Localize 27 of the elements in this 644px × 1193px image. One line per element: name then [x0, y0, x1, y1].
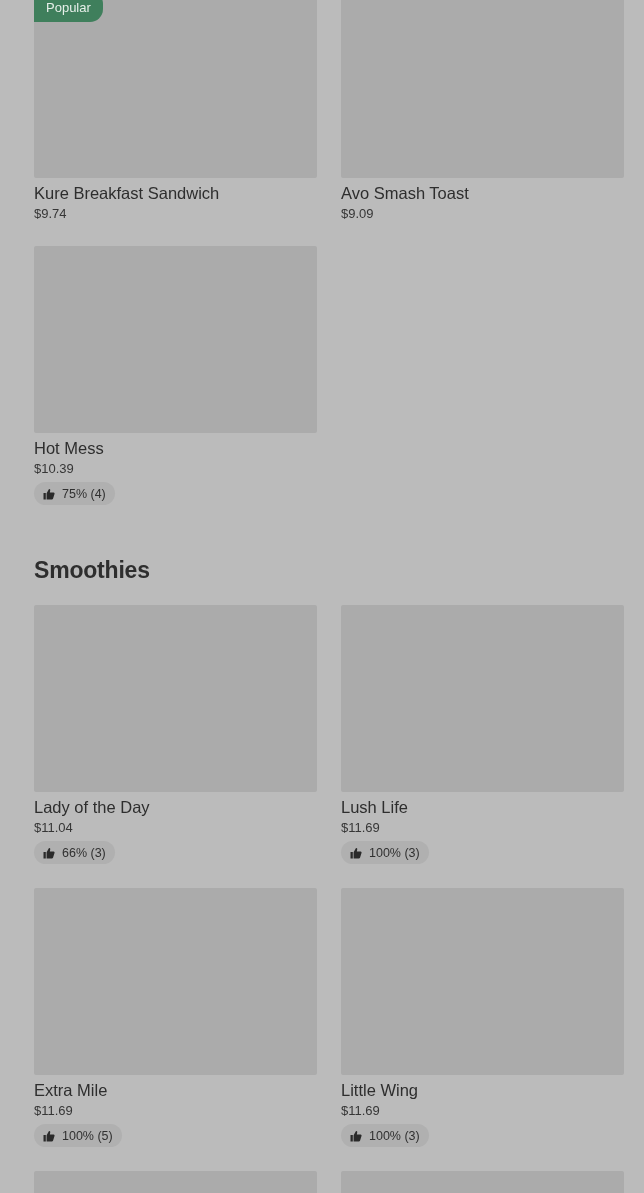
image-placeholder[interactable]: Popular: [34, 0, 317, 178]
item-price: $11.69: [341, 820, 380, 836]
item-name[interactable]: Lady of the Day: [34, 797, 150, 817]
item-name[interactable]: Kure Breakfast Sandwich: [34, 183, 220, 203]
item-price: $11.69: [341, 1103, 380, 1119]
rating-text: 100% (3): [369, 1128, 420, 1143]
item-price: $9.74: [34, 206, 67, 222]
rating-text: 66% (3): [62, 845, 106, 860]
item-name[interactable]: Lush Life: [341, 797, 408, 817]
rating-text: 75% (4): [62, 486, 106, 501]
item-price: $11.69: [34, 1103, 73, 1119]
thumbs-up-icon: [350, 1129, 362, 1142]
item-name[interactable]: Avo Smash Toast: [341, 183, 469, 203]
item-price: $9.09: [341, 206, 374, 222]
rating-text: 100% (3): [369, 845, 420, 860]
popular-badge: Popular: [34, 0, 103, 22]
section-heading: Smoothies: [34, 557, 151, 584]
rating-text: 100% (5): [62, 1128, 113, 1143]
item-name[interactable]: Little Wing: [341, 1080, 419, 1100]
thumbs-up-icon: [43, 1129, 55, 1142]
item-name[interactable]: Hot Mess: [34, 438, 104, 458]
item-price: $11.04: [34, 820, 73, 836]
thumbs-up-icon: [43, 846, 55, 859]
item-name[interactable]: Extra Mile: [34, 1080, 108, 1100]
thumbs-up-icon: [43, 487, 55, 500]
thumbs-up-icon: [350, 846, 362, 859]
item-price: $10.39: [34, 461, 74, 477]
